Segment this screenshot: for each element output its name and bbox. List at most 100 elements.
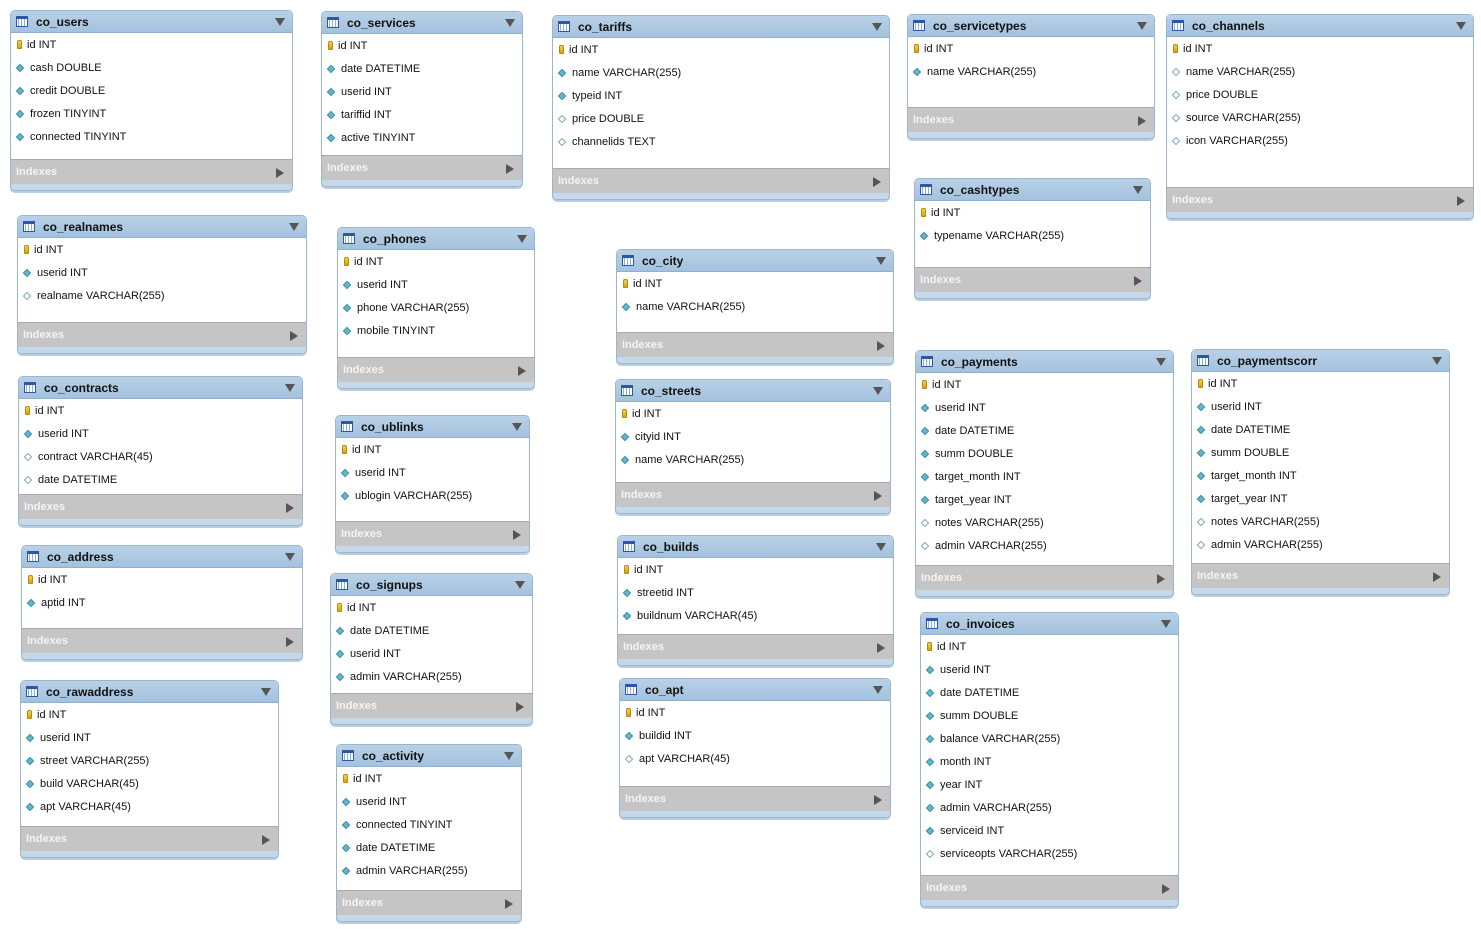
- column-row[interactable]: userid INT: [338, 273, 534, 296]
- table-header[interactable]: co_signups: [331, 574, 532, 596]
- expand-arrow-icon[interactable]: [513, 530, 521, 540]
- column-row[interactable]: build VARCHAR(45): [21, 772, 278, 795]
- column-row[interactable]: connected TINYINT: [11, 125, 292, 148]
- table-co-activity[interactable]: co_activity id INT userid INT connected TIN…: [336, 744, 522, 922]
- collapse-caret-icon[interactable]: [289, 223, 299, 231]
- column-row[interactable]: date DATETIME: [331, 619, 532, 642]
- expand-arrow-icon[interactable]: [873, 177, 881, 187]
- table-co-signups[interactable]: co_signups id INT date DATETIME userid INT a…: [330, 573, 533, 725]
- indexes-section[interactable]: Indexes: [616, 482, 890, 507]
- expand-arrow-icon[interactable]: [877, 341, 885, 351]
- table-header[interactable]: co_contracts: [19, 377, 302, 399]
- expand-arrow-icon[interactable]: [1457, 196, 1465, 206]
- column-row[interactable]: credit DOUBLE: [11, 79, 292, 102]
- column-row[interactable]: price DOUBLE: [553, 107, 889, 130]
- indexes-section[interactable]: Indexes: [620, 786, 890, 811]
- indexes-section[interactable]: Indexes: [921, 875, 1178, 900]
- column-row[interactable]: userid INT: [921, 658, 1178, 681]
- indexes-section[interactable]: Indexes: [1167, 187, 1473, 212]
- expand-arrow-icon[interactable]: [874, 491, 882, 501]
- column-row[interactable]: apt VARCHAR(45): [620, 747, 890, 770]
- column-row[interactable]: name VARCHAR(255): [617, 295, 893, 318]
- indexes-section[interactable]: Indexes: [19, 494, 302, 519]
- table-co-city[interactable]: co_city id INT name VARCHAR(255) Indexes: [616, 249, 894, 364]
- column-row[interactable]: phone VARCHAR(255): [338, 296, 534, 319]
- table-co-channels[interactable]: co_channels id INT name VARCHAR(255) price …: [1166, 14, 1474, 219]
- indexes-section[interactable]: Indexes: [915, 267, 1150, 292]
- indexes-section[interactable]: Indexes: [908, 107, 1154, 132]
- collapse-caret-icon[interactable]: [285, 553, 295, 561]
- column-row[interactable]: date DATETIME: [921, 681, 1178, 704]
- column-row[interactable]: admin VARCHAR(255): [1192, 533, 1449, 556]
- column-row[interactable]: frozen TINYINT: [11, 102, 292, 125]
- column-row[interactable]: year INT: [921, 773, 1178, 796]
- table-header[interactable]: co_cashtypes: [915, 179, 1150, 201]
- column-row[interactable]: id INT: [1167, 37, 1473, 60]
- column-row[interactable]: connected TINYINT: [337, 813, 521, 836]
- table-co-rawaddress[interactable]: co_rawaddress id INT userid INT street VARC…: [20, 680, 279, 858]
- column-row[interactable]: contract VARCHAR(45): [19, 445, 302, 468]
- column-row[interactable]: notes VARCHAR(255): [916, 511, 1173, 534]
- expand-arrow-icon[interactable]: [290, 331, 298, 341]
- column-row[interactable]: userid INT: [331, 642, 532, 665]
- collapse-caret-icon[interactable]: [1133, 186, 1143, 194]
- column-row[interactable]: admin VARCHAR(255): [921, 796, 1178, 819]
- column-row[interactable]: userid INT: [322, 80, 522, 103]
- column-row[interactable]: realname VARCHAR(255): [18, 284, 306, 307]
- column-row[interactable]: buildid INT: [620, 724, 890, 747]
- column-row[interactable]: userid INT: [916, 396, 1173, 419]
- column-row[interactable]: id INT: [618, 558, 893, 581]
- indexes-section[interactable]: Indexes: [22, 628, 302, 653]
- expand-arrow-icon[interactable]: [518, 366, 526, 376]
- column-row[interactable]: userid INT: [21, 726, 278, 749]
- table-co-paymentscorr[interactable]: co_paymentscorr id INT userid INT date DATE…: [1191, 349, 1450, 595]
- indexes-section[interactable]: Indexes: [1192, 563, 1449, 588]
- table-co-contracts[interactable]: co_contracts id INT userid INT contract VAR…: [18, 376, 303, 526]
- column-row[interactable]: aptid INT: [22, 591, 302, 614]
- table-co-phones[interactable]: co_phones id INT userid INT phone VARCHAR(2…: [337, 227, 535, 389]
- table-co-payments[interactable]: co_payments id INT userid INT date DATETIME…: [915, 350, 1174, 597]
- column-row[interactable]: date DATETIME: [916, 419, 1173, 442]
- column-row[interactable]: id INT: [1192, 372, 1449, 395]
- column-row[interactable]: serviceid INT: [921, 819, 1178, 842]
- column-row[interactable]: target_month INT: [916, 465, 1173, 488]
- column-row[interactable]: active TINYINT: [322, 126, 522, 149]
- column-row[interactable]: id INT: [336, 438, 529, 461]
- column-row[interactable]: street VARCHAR(255): [21, 749, 278, 772]
- table-header[interactable]: co_builds: [618, 536, 893, 558]
- table-co-servicetypes[interactable]: co_servicetypes id INT name VARCHAR(255) In…: [907, 14, 1155, 139]
- column-row[interactable]: channelids TEXT: [553, 130, 889, 153]
- collapse-caret-icon[interactable]: [275, 18, 285, 26]
- column-row[interactable]: admin VARCHAR(255): [337, 859, 521, 882]
- column-row[interactable]: notes VARCHAR(255): [1192, 510, 1449, 533]
- table-header[interactable]: co_tariffs: [553, 16, 889, 38]
- collapse-caret-icon[interactable]: [876, 543, 886, 551]
- collapse-caret-icon[interactable]: [876, 257, 886, 265]
- column-row[interactable]: id INT: [915, 201, 1150, 224]
- indexes-section[interactable]: Indexes: [617, 332, 893, 357]
- collapse-caret-icon[interactable]: [512, 423, 522, 431]
- table-co-users[interactable]: co_users id INT cash DOUBLE credit DOUBLE fr…: [10, 10, 293, 191]
- column-row[interactable]: date DATETIME: [322, 57, 522, 80]
- table-co-tariffs[interactable]: co_tariffs id INT name VARCHAR(255) typeid …: [552, 15, 890, 200]
- column-row[interactable]: icon VARCHAR(255): [1167, 129, 1473, 152]
- table-header[interactable]: co_address: [22, 546, 302, 568]
- indexes-section[interactable]: Indexes: [331, 693, 532, 718]
- collapse-caret-icon[interactable]: [504, 752, 514, 760]
- collapse-caret-icon[interactable]: [1432, 357, 1442, 365]
- collapse-caret-icon[interactable]: [1161, 620, 1171, 628]
- column-row[interactable]: id INT: [21, 703, 278, 726]
- column-row[interactable]: name VARCHAR(255): [553, 61, 889, 84]
- table-co-builds[interactable]: co_builds id INT streetid INT buildnum VARC…: [617, 535, 894, 666]
- column-row[interactable]: id INT: [916, 373, 1173, 396]
- column-row[interactable]: source VARCHAR(255): [1167, 106, 1473, 129]
- indexes-section[interactable]: Indexes: [337, 890, 521, 915]
- table-co-address[interactable]: co_address id INT aptid INT Indexes: [21, 545, 303, 660]
- table-header[interactable]: co_payments: [916, 351, 1173, 373]
- expand-arrow-icon[interactable]: [506, 164, 514, 174]
- column-row[interactable]: apt VARCHAR(45): [21, 795, 278, 818]
- column-row[interactable]: typename VARCHAR(255): [915, 224, 1150, 247]
- column-row[interactable]: tariffid INT: [322, 103, 522, 126]
- table-co-realnames[interactable]: co_realnames id INT userid INT realname VAR…: [17, 215, 307, 354]
- column-row[interactable]: target_month INT: [1192, 464, 1449, 487]
